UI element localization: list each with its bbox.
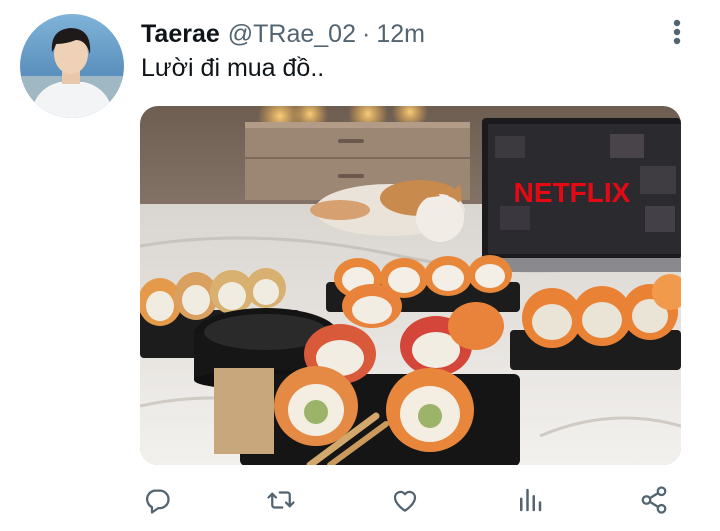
avatar-photo xyxy=(20,14,124,118)
like-icon xyxy=(393,490,417,512)
tweet-media-image[interactable]: NETFLIX xyxy=(140,106,681,465)
display-name[interactable]: Taerae xyxy=(141,20,220,49)
like-button[interactable] xyxy=(383,478,427,522)
netflix-logo: NETFLIX xyxy=(514,177,631,208)
user-handle[interactable]: @TRae_02 xyxy=(228,20,356,49)
retweet-button[interactable] xyxy=(259,478,303,522)
tweet-text: Lười đi mua đồ.. xyxy=(141,54,325,82)
author-avatar[interactable] xyxy=(20,14,124,118)
analytics-button[interactable] xyxy=(508,478,552,522)
more-options-button[interactable] xyxy=(664,18,690,46)
reply-icon xyxy=(145,489,170,514)
sushi-netflix-photo: NETFLIX xyxy=(140,106,681,465)
tweet-action-bar xyxy=(0,478,720,522)
analytics-icon xyxy=(520,488,542,512)
more-vertical-icon xyxy=(673,19,681,45)
share-icon xyxy=(641,486,667,514)
tweet-timestamp[interactable]: 12m xyxy=(376,20,425,49)
header-separator: · xyxy=(362,19,371,48)
reply-button[interactable] xyxy=(135,478,179,522)
retweet-icon xyxy=(267,491,295,509)
share-button[interactable] xyxy=(632,478,676,522)
tweet-header: Taerae @TRae_02 · 12m xyxy=(141,18,425,50)
